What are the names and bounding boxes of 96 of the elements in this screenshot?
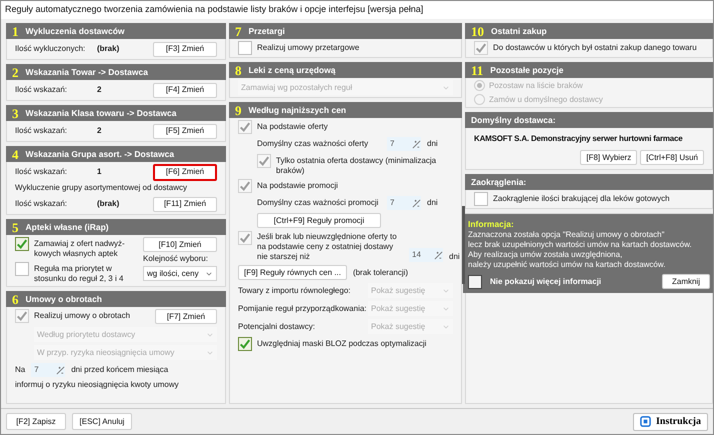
number-field[interactable]: 7 [31, 363, 66, 377]
section-number: 4 [12, 148, 18, 160]
field-label: Potencjalni dostawcy: [238, 322, 316, 332]
button[interactable]: [F2] Zapisz [6, 413, 66, 430]
button[interactable]: [F8] Wybierz [580, 150, 638, 165]
field-label: Ilość wskazań: [15, 126, 68, 136]
change-button[interactable]: [F6] Zmień [153, 164, 217, 180]
checkbox[interactable] [238, 41, 252, 55]
section-title: Apteki własne (iRap) [26, 222, 109, 232]
label: informuj o ryzyku nieosiągnięcia kwoty umowy [15, 380, 180, 390]
unit-label: dni [427, 139, 438, 149]
section-title: Domyślny dostawca: [471, 115, 556, 125]
section-number: 9 [235, 104, 242, 116]
section-number: 6 [12, 292, 18, 306]
checkbox-label: Do dostawców u których był ostatni zakup danego towaru [493, 42, 698, 53]
section-number: 1 [12, 24, 18, 38]
field-label: Pomijanie reguł przyporządkowania: [238, 304, 366, 314]
checkbox-label: Realizuj umowy o obrotach [34, 310, 132, 321]
change-button[interactable]: [F11] Zmień [153, 196, 217, 212]
field-label: Ilość wskazań: [15, 167, 68, 177]
checkbox[interactable] [15, 262, 29, 276]
field-value: 2 [97, 85, 102, 95]
checkbox[interactable] [238, 337, 252, 351]
radio-label: Zamów u domyślnego dostawcy [489, 94, 603, 104]
spin-arrows-icon [412, 198, 421, 208]
label: Wykluczenie grupy asortymentowej od dostawcy [15, 183, 188, 193]
field-label: Ilość wskazań: [15, 85, 68, 95]
checkbox[interactable] [468, 274, 482, 288]
info-text: należy uzupełnić wartości umów na kartach dostawców. [468, 260, 666, 270]
field-label: Ilość wskazań: [15, 199, 68, 209]
section-title: Wykluczenia dostawców [26, 26, 125, 36]
checkbox-label: Realizuj umowy przetargowe [257, 42, 360, 53]
button[interactable]: [ESC] Anuluj [72, 413, 132, 430]
radio-label: Pozostaw na liście braków [489, 80, 583, 90]
section-title: Zaokrąglenia: [471, 177, 526, 187]
change-button[interactable]: [F4] Zmień [153, 82, 217, 98]
button[interactable]: [Ctrl+F8] Usuń [640, 150, 704, 165]
field-value: (brak) [97, 199, 120, 209]
section-title: Umowy o obrotach [26, 294, 102, 304]
field-value: 2 [97, 126, 102, 136]
section-number: 7 [235, 24, 242, 38]
field-label: Ilość wykluczonych: [15, 44, 86, 54]
unit-label: dni przed końcem miesiąca [71, 365, 168, 375]
field-label: Domyślny czas ważności oferty [257, 139, 370, 149]
change-button[interactable]: [F3] Zmień [153, 42, 217, 56]
change-button[interactable]: [F5] Zmień [153, 124, 217, 138]
section-number: 2 [12, 66, 18, 78]
checkbox-label: Zaokrąglenie ilości brakującej dla leków gotowych [493, 193, 671, 204]
checkbox-label: Reguła ma priorytet w stosunku do reguł 2, 3 i 4 [34, 263, 124, 284]
help-icon [640, 416, 651, 427]
supplier-name: KAMSOFT S.A. Demonstracyjny serwer hurtowni farmace [474, 133, 684, 145]
info-title: Informacja: [468, 218, 515, 230]
field-label: Towary z importu równoległego: [238, 286, 352, 296]
section-title: Wskazania Grupa asort. -> Dostawca [26, 149, 174, 159]
checkbox[interactable] [474, 192, 488, 206]
spin-arrows-icon [434, 250, 443, 260]
checkbox-label: Na podstawie promocji [257, 180, 339, 191]
label: Kolejność wyboru: [143, 254, 209, 264]
section-title: Pozostałe pozycje [490, 65, 564, 75]
section-number: 8 [235, 64, 242, 76]
field-label: Domyślny czas ważności promocji [257, 198, 380, 208]
checkbox[interactable] [15, 237, 29, 251]
info-text: Aby realizacja umów została uwzględniona, [468, 250, 624, 260]
dropdown[interactable]: wg ilości, ceny [143, 266, 217, 281]
checkbox-label: Nie pokazuj więcej informacji [490, 276, 602, 288]
section-title: Leki z ceną urzędową [248, 65, 336, 75]
window-title: Reguły automatycznego tworzenia zamówienia na podstawie listy braków i opcje interfejsu [wersja pełna] [5, 3, 424, 16]
tolerance-label: (brak tolerancji) [352, 268, 408, 278]
info-text: lecz brak uzupełnionych wartości umów na kartach dostawców. [468, 240, 693, 250]
unit-label: dni [427, 198, 438, 208]
spin-arrows-icon [56, 366, 66, 374]
checkbox-label: Zamawiaj z ofert nadwyż-kowych własnych aptek [34, 238, 126, 259]
checkbox-label: Uwzględniaj maski BLOZ podczas optymalizacji [257, 338, 428, 349]
help-button[interactable]: Instrukcja [632, 412, 708, 430]
section-number: 5 [12, 220, 18, 234]
section-title: Wskazania Towar -> Dostawca [26, 67, 148, 77]
spin-arrows-icon [412, 140, 421, 148]
section-title: Według najniższych cen [248, 105, 346, 115]
section-title: Wskazania Klasa towaru -> Dostawca [26, 108, 176, 118]
field-value: 1 [97, 167, 102, 177]
checkbox-label: Tylko ostatnia oferta dostawcy (minimalizacja braków) [276, 155, 438, 176]
section-number: 3 [12, 106, 18, 120]
section-number: 11 [471, 64, 484, 76]
close-button[interactable]: Zamknij [662, 274, 710, 289]
field-label: Na [15, 365, 26, 375]
field-value: (brak) [97, 44, 120, 54]
checkbox-label: Jeśli brak lub nieuwzględnione oferty to na podstawie ceny z ostatniej dostawy nie starszej niż [257, 231, 398, 262]
scrollbar-thumb[interactable] [462, 206, 465, 284]
checkbox-label: Na podstawie oferty [257, 121, 329, 132]
button[interactable]: [F10] Zmień [143, 237, 217, 252]
button[interactable]: [F9] Reguły równych cen ... [238, 265, 347, 280]
unit-label: dni [449, 252, 460, 262]
section-title: Ostatni zakup [491, 26, 547, 36]
section-number: 10 [471, 24, 484, 38]
info-text: Zaznaczona została opcja "Realizuj umowy o obrotach" [468, 230, 666, 240]
section-title: Przetargi [248, 26, 285, 36]
